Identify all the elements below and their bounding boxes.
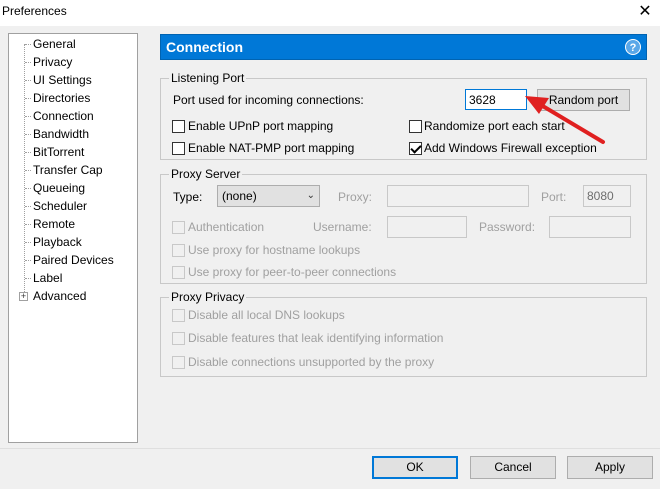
- tree-connector: [25, 188, 31, 189]
- window-title: Preferences: [2, 4, 67, 18]
- disable-unsupported-label: Disable connections unsupported by the p…: [188, 355, 435, 369]
- upnp-checkbox[interactable]: [172, 120, 185, 133]
- password-input[interactable]: [549, 216, 631, 238]
- cancel-button[interactable]: Cancel: [470, 456, 556, 479]
- apply-button[interactable]: Apply: [567, 456, 653, 479]
- username-input[interactable]: [387, 216, 467, 238]
- tree-connector: [25, 152, 31, 153]
- authentication-label: Authentication: [188, 220, 265, 234]
- tree-connector: [25, 98, 31, 99]
- title-bar: Preferences ✕: [0, 0, 660, 26]
- sidebar-item-playback[interactable]: Playback: [33, 233, 82, 251]
- sidebar-item-bandwidth[interactable]: Bandwidth: [33, 125, 89, 143]
- proxy-port-label: Port:: [541, 190, 567, 204]
- p2p-proxy-checkbox[interactable]: [172, 266, 185, 279]
- randomize-port-checkbox[interactable]: [409, 120, 422, 133]
- disable-dns-checkbox[interactable]: [172, 309, 185, 322]
- disable-leak-checkbox[interactable]: [172, 332, 185, 345]
- ok-button[interactable]: OK: [372, 456, 458, 479]
- sidebar-item-bittorrent[interactable]: BitTorrent: [33, 143, 84, 161]
- tree-connector: [25, 62, 31, 63]
- sidebar-item-general[interactable]: General: [33, 35, 76, 53]
- help-icon[interactable]: ?: [625, 39, 641, 55]
- tree-connector: [25, 224, 31, 225]
- proxy-type-select[interactable]: (none) ⌄: [217, 185, 320, 207]
- port-label: Port used for incoming connections:: [173, 93, 364, 107]
- proxy-server-group-label: Proxy Server: [169, 167, 243, 181]
- proxy-type-value: (none): [222, 189, 257, 203]
- tree-connector: [25, 44, 31, 45]
- sidebar-item-ui-settings[interactable]: UI Settings: [33, 71, 92, 89]
- sidebar-item-transfer-cap[interactable]: Transfer Cap: [33, 161, 103, 179]
- listening-port-group-label: Listening Port: [169, 71, 247, 85]
- proxy-type-label: Type:: [173, 190, 203, 204]
- username-label: Username:: [313, 220, 372, 234]
- sidebar-item-scheduler[interactable]: Scheduler: [33, 197, 87, 215]
- tree-connector: [25, 206, 31, 207]
- proxy-port-input[interactable]: 8080: [583, 185, 631, 207]
- tree-connector: [25, 134, 31, 135]
- authentication-checkbox[interactable]: [172, 221, 185, 234]
- disable-unsupported-checkbox[interactable]: [172, 356, 185, 369]
- annotation-arrow-icon: [525, 96, 605, 144]
- tree-connector: [25, 80, 31, 81]
- tree-connector: [25, 242, 31, 243]
- tree-connector: [25, 278, 31, 279]
- firewall-exception-checkbox[interactable]: [409, 142, 422, 155]
- close-icon[interactable]: ✕: [634, 2, 656, 22]
- natpmp-checkbox[interactable]: [172, 142, 185, 155]
- tree-connector: [25, 170, 31, 171]
- tree-connector: [25, 116, 31, 117]
- sidebar-item-privacy[interactable]: Privacy: [33, 53, 72, 71]
- password-label: Password:: [479, 220, 536, 234]
- natpmp-label: Enable NAT-PMP port mapping: [188, 141, 355, 155]
- sidebar-item-advanced[interactable]: Advanced: [33, 287, 86, 305]
- sidebar-item-label[interactable]: Label: [33, 269, 62, 287]
- proxy-host-label: Proxy:: [338, 190, 373, 204]
- chevron-down-icon: ⌄: [306, 190, 315, 201]
- sidebar-item-connection[interactable]: Connection: [33, 107, 94, 125]
- sidebar-item-queueing[interactable]: Queueing: [33, 179, 85, 197]
- disable-dns-label: Disable all local DNS lookups: [188, 308, 345, 322]
- page-title: Connection: [166, 39, 243, 55]
- hostname-lookup-checkbox[interactable]: [172, 244, 185, 257]
- upnp-label: Enable UPnP port mapping: [188, 119, 334, 133]
- hostname-lookup-label: Use proxy for hostname lookups: [188, 243, 361, 257]
- disable-leak-label: Disable features that leak identifying i…: [188, 331, 444, 345]
- dialog-footer: [0, 448, 660, 489]
- section-header: Connection ?: [160, 34, 647, 60]
- p2p-proxy-label: Use proxy for peer-to-peer connections: [188, 265, 397, 279]
- proxy-privacy-group-label: Proxy Privacy: [169, 290, 247, 304]
- tree-connector: [25, 260, 31, 261]
- category-tree: General Privacy UI Settings Directories …: [8, 33, 138, 443]
- proxy-host-input[interactable]: [387, 185, 529, 207]
- sidebar-item-directories[interactable]: Directories: [33, 89, 90, 107]
- sidebar-item-remote[interactable]: Remote: [33, 215, 75, 233]
- sidebar-item-paired-devices[interactable]: Paired Devices: [33, 251, 114, 269]
- expand-plus-icon[interactable]: +: [19, 292, 28, 301]
